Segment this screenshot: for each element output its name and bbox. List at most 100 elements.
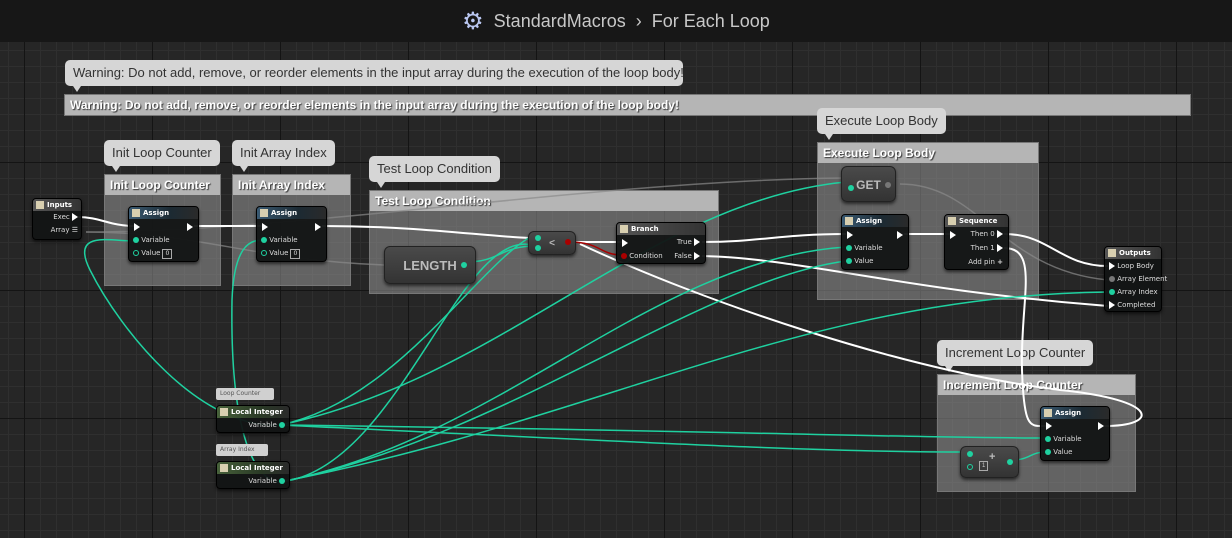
value-input[interactable]: 0	[162, 249, 173, 259]
b-pin[interactable]	[535, 245, 541, 251]
get-node[interactable]: GET	[841, 166, 896, 202]
pin-label: Variable	[1053, 435, 1082, 443]
exec-in-pin[interactable]	[134, 223, 140, 231]
local-variable-label: Array Index	[216, 444, 268, 456]
comment-title: Warning: Do not add, remove, or reorder …	[65, 95, 1190, 115]
pin-label: Loop Body	[1117, 262, 1154, 270]
add-integer-node[interactable]: 1 +	[960, 446, 1019, 478]
then-0-pin[interactable]	[997, 230, 1003, 238]
pin-label: Then 1	[970, 244, 995, 252]
outputs-node[interactable]: Outputs Loop Body Array Element Array In…	[1104, 246, 1167, 312]
node-title: Assign	[257, 207, 326, 219]
comment-title: Increment Loop Counter	[938, 375, 1135, 395]
less-than-node[interactable]: <	[528, 231, 576, 255]
value-pin[interactable]	[133, 250, 139, 256]
then-1-pin[interactable]	[997, 244, 1003, 252]
exec-out-pin[interactable]	[187, 223, 193, 231]
condition-pin[interactable]	[621, 253, 627, 259]
pin-label: Condition	[629, 252, 663, 260]
breadcrumb-graph: For Each Loop	[651, 10, 770, 31]
pin-label: Variable	[248, 421, 277, 429]
assign-node-array-index[interactable]: Assign Variable Value 0	[256, 206, 327, 262]
assign-node-loop-counter[interactable]: Assign Variable Value 0	[128, 206, 199, 262]
pin-label: Add pin	[968, 258, 995, 266]
a-pin[interactable]	[535, 235, 541, 241]
breadcrumb: ⚙ StandardMacros › For Each Loop	[0, 0, 1232, 42]
completed-pin[interactable]	[1109, 301, 1115, 309]
pin-label: Value	[1053, 448, 1073, 456]
inputs-node[interactable]: Inputs Exec Array ☰	[32, 198, 82, 240]
result-pin[interactable]	[565, 239, 571, 245]
variable-pin[interactable]	[133, 237, 139, 243]
node-title: Local Integer	[217, 462, 289, 474]
comment-bubble-warning: Warning: Do not add, remove, or reorder …	[65, 60, 684, 92]
node-title: Outputs	[1105, 247, 1161, 259]
pin-label: Variable	[854, 244, 883, 252]
array-element-pin[interactable]	[1109, 276, 1115, 282]
pin-label: Variable	[141, 236, 170, 244]
gear-icon: ⚙	[462, 7, 484, 35]
value-pin[interactable]	[846, 258, 852, 264]
node-title: Assign	[842, 215, 908, 227]
comment-bubble-init-loop-counter: Init Loop Counter	[104, 140, 220, 172]
plus-icon: +	[989, 451, 996, 463]
exec-pin[interactable]	[72, 213, 78, 221]
node-title: GET	[856, 178, 881, 192]
b-value-input[interactable]: 1	[979, 461, 989, 471]
pin-label: Exec	[53, 213, 70, 221]
variable-pin[interactable]	[279, 478, 285, 484]
pin-label: Value	[269, 249, 289, 257]
length-out-pin[interactable]	[461, 262, 467, 268]
comment-box-warning[interactable]: Warning: Do not add, remove, or reorder …	[64, 94, 1191, 116]
exec-in-pin[interactable]	[622, 239, 628, 247]
array-index-pin[interactable]	[1109, 289, 1115, 295]
comment-bubble-increment-loop-counter: Increment Loop Counter	[937, 340, 1094, 372]
sequence-node[interactable]: Sequence Then 0 Then 1 Add pin +	[944, 214, 1009, 270]
length-node[interactable]: LENGTH	[384, 246, 476, 284]
local-integer-array-index[interactable]: Local Integer Variable	[216, 461, 290, 489]
false-pin[interactable]	[694, 252, 700, 260]
pin-label: Array Element	[1117, 275, 1168, 283]
plus-icon: +	[997, 258, 1003, 266]
node-title: Inputs	[33, 199, 81, 211]
exec-in-pin[interactable]	[950, 231, 956, 239]
variable-pin[interactable]	[279, 422, 285, 428]
true-pin[interactable]	[694, 238, 700, 246]
add-pin-button[interactable]: Add pin +	[968, 258, 1003, 266]
comment-title: Execute Loop Body	[818, 143, 1038, 163]
comment-title: Init Array Index	[233, 175, 350, 195]
exec-in-pin[interactable]	[1046, 422, 1052, 430]
value-input[interactable]: 0	[290, 249, 301, 259]
a-pin[interactable]	[967, 451, 973, 457]
chevron-right-icon: ›	[635, 10, 642, 31]
b-pin[interactable]	[967, 464, 973, 470]
pin-label: Array	[50, 226, 70, 234]
value-pin[interactable]	[261, 250, 267, 256]
value-pin[interactable]	[1045, 449, 1051, 455]
variable-pin[interactable]	[1045, 436, 1051, 442]
array-pin-icon[interactable]: ☰	[72, 226, 78, 234]
node-title: Branch	[617, 223, 705, 235]
comment-bubble-init-array-index: Init Array Index	[232, 140, 335, 172]
pin-label: Value	[854, 257, 874, 265]
exec-out-pin[interactable]	[1098, 422, 1104, 430]
assign-node-array-index-update[interactable]: Assign Variable Value	[841, 214, 909, 270]
variable-pin[interactable]	[846, 245, 852, 251]
exec-out-pin[interactable]	[315, 223, 321, 231]
loop-body-pin[interactable]	[1109, 262, 1115, 270]
pin-label: Completed	[1117, 301, 1156, 309]
node-title: LENGTH	[403, 258, 457, 273]
result-pin[interactable]	[1007, 459, 1013, 465]
index-pin[interactable]	[848, 185, 854, 191]
comment-bubble-execute-loop-body: Execute Loop Body	[817, 108, 946, 140]
local-integer-loop-counter[interactable]: Local Integer Variable	[216, 405, 290, 433]
exec-out-pin[interactable]	[897, 231, 903, 239]
exec-in-pin[interactable]	[847, 231, 853, 239]
exec-in-pin[interactable]	[262, 223, 268, 231]
node-title: <	[549, 238, 555, 249]
branch-node[interactable]: Branch Condition True False	[616, 222, 706, 264]
assign-node-increment[interactable]: Assign Variable Value	[1040, 406, 1110, 461]
item-out-pin[interactable]	[885, 182, 891, 188]
variable-pin[interactable]	[261, 237, 267, 243]
breadcrumb-macro-library[interactable]: StandardMacros	[494, 11, 626, 32]
